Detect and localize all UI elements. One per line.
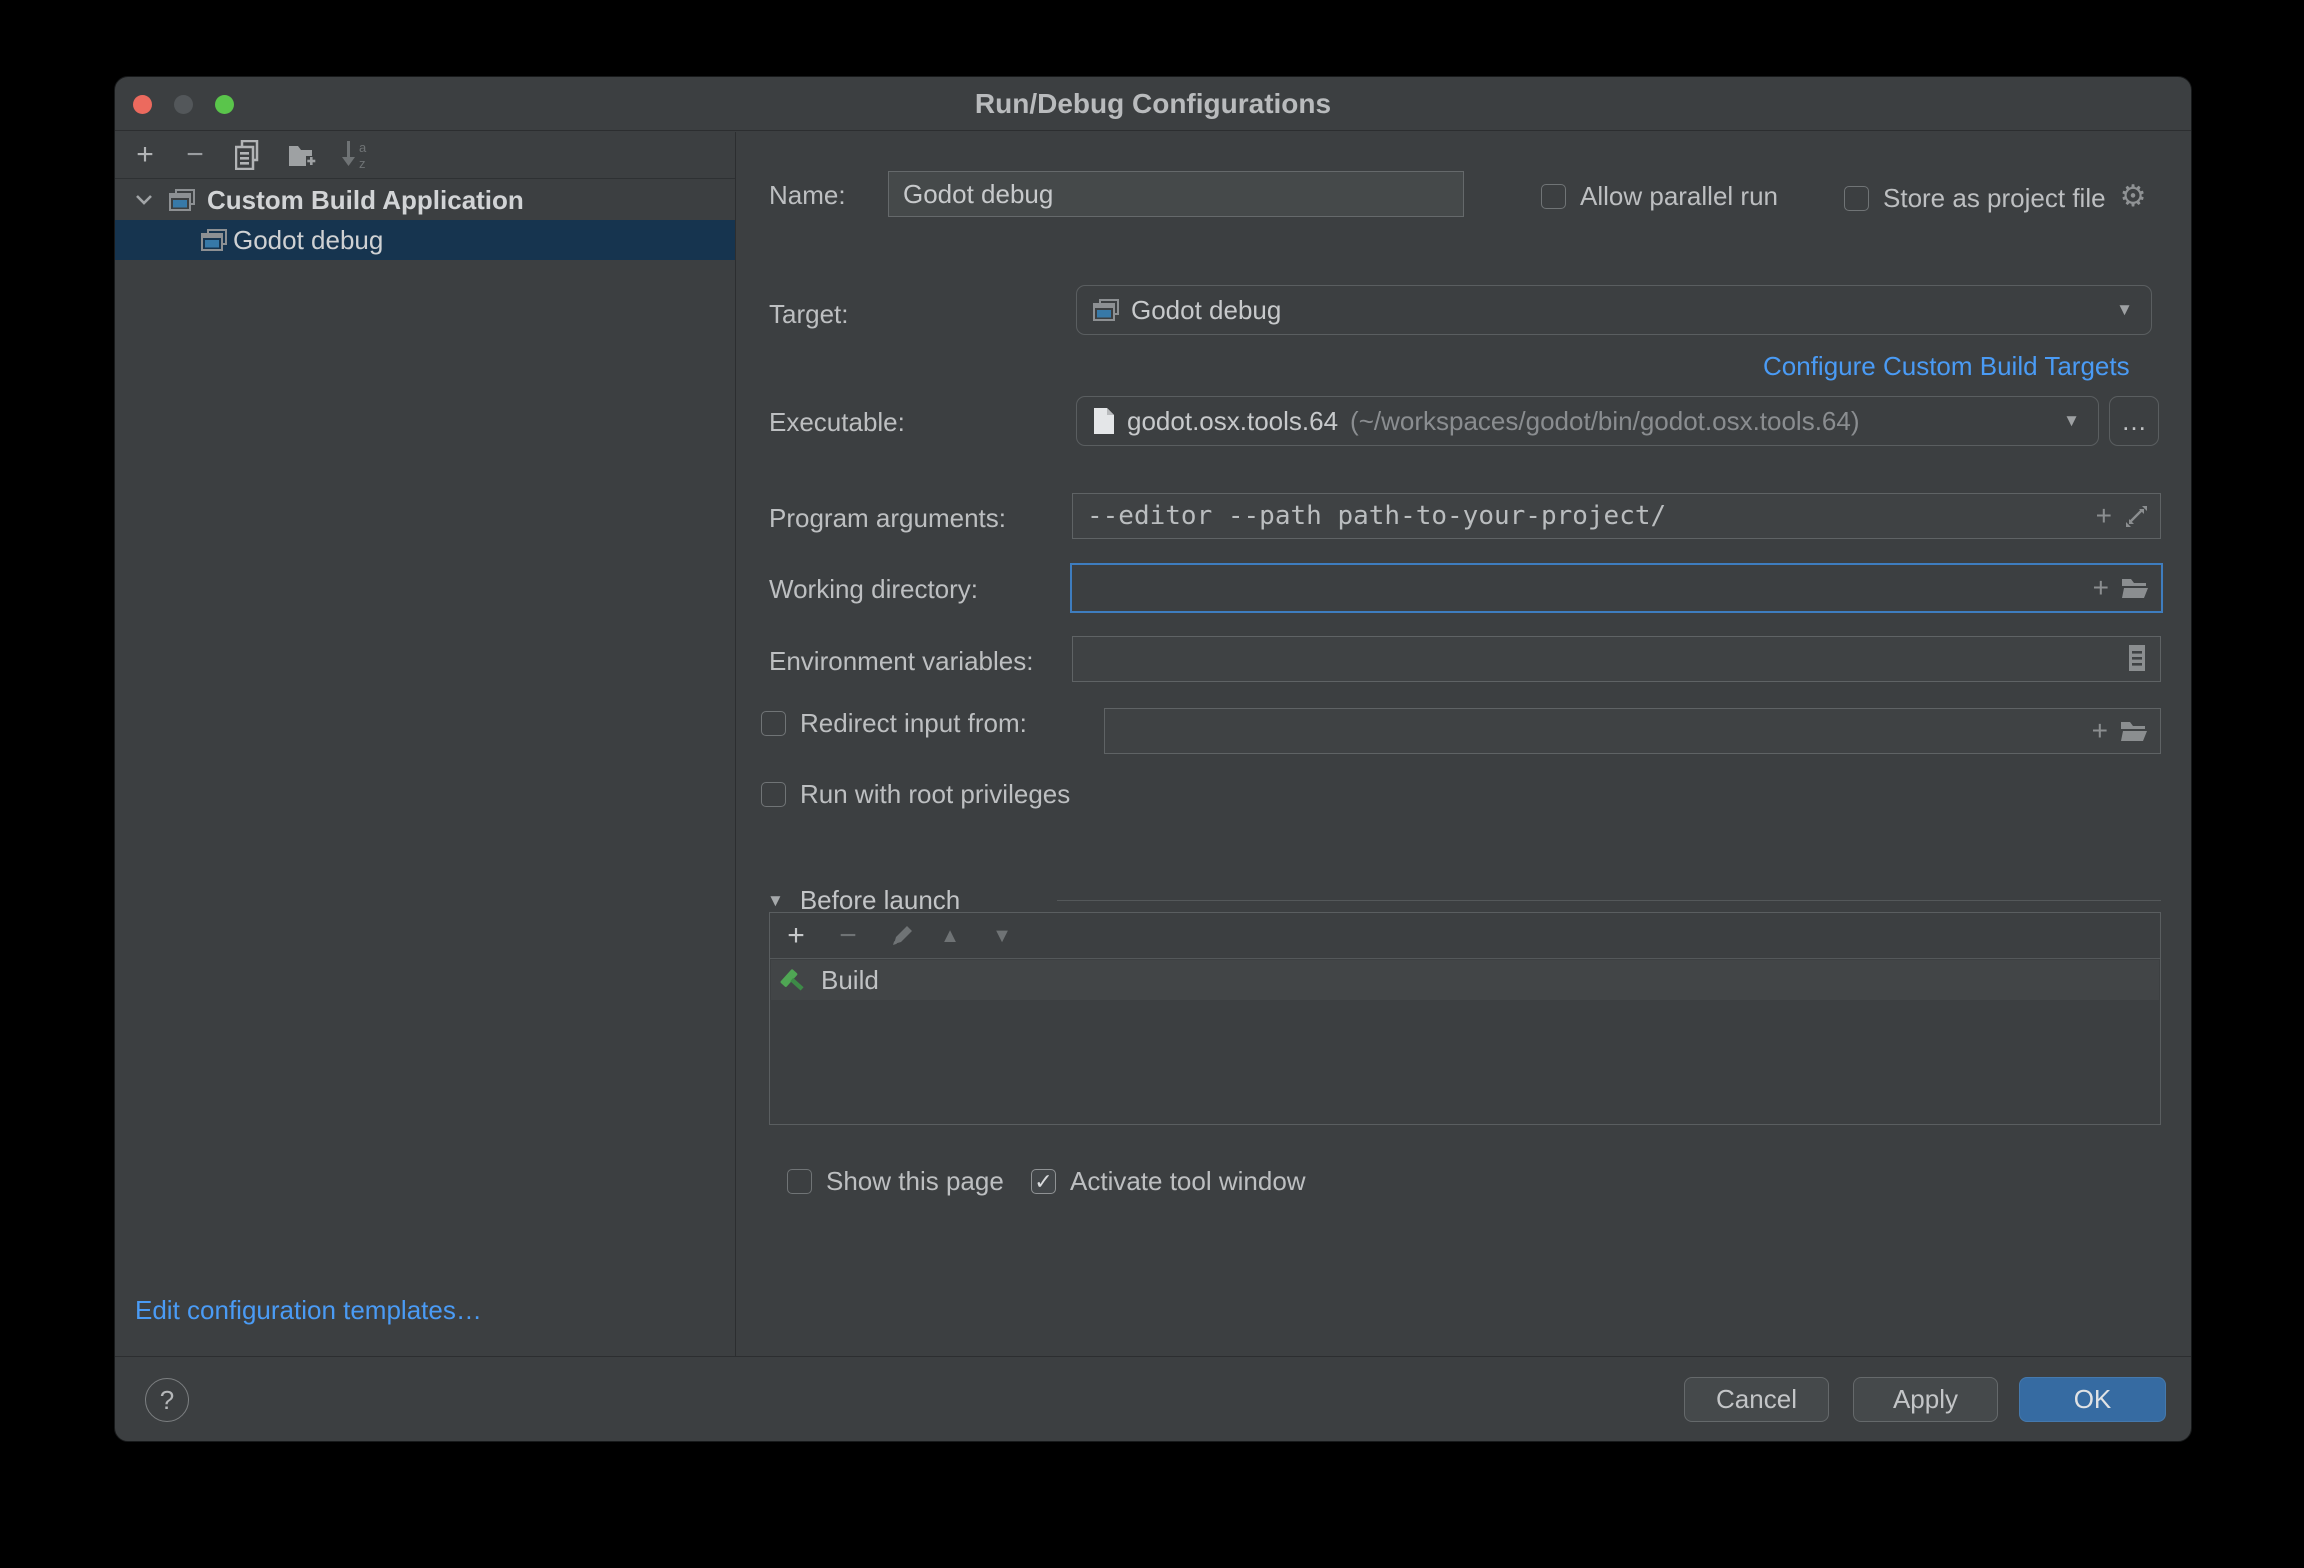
store-as-project-file-label: Store as project file xyxy=(1883,183,2106,214)
configure-custom-build-targets-link[interactable]: Configure Custom Build Targets xyxy=(1763,351,2130,382)
name-input[interactable] xyxy=(889,172,1463,216)
redirect-input-checkbox[interactable]: Redirect input from: xyxy=(761,708,1027,739)
apply-button[interactable]: Apply xyxy=(1853,1377,1998,1422)
task-label: Build xyxy=(821,965,879,996)
add-configuration-icon[interactable]: + xyxy=(123,132,167,178)
footer-divider xyxy=(115,1356,2191,1357)
environment-variables-label: Environment variables: xyxy=(769,646,1033,677)
checkbox-box[interactable] xyxy=(761,782,786,807)
add-task-icon[interactable]: + xyxy=(776,913,816,959)
program-arguments-label: Program arguments: xyxy=(769,503,1006,534)
desktop-background: Run/Debug Configurations + − xyxy=(0,0,2304,1568)
svg-text:z: z xyxy=(359,156,366,171)
working-directory-label: Working directory: xyxy=(769,574,978,605)
before-launch-panel: + − ▲ ▼ xyxy=(769,912,2161,1125)
executable-path: (~/workspaces/godot/bin/godot.osx.tools.… xyxy=(1350,406,1859,437)
chevron-down-icon: ▼ xyxy=(2116,300,2133,320)
program-arguments-value: --editor --path path-to-your-project/ xyxy=(1087,501,1666,531)
dialog-title: Run/Debug Configurations xyxy=(115,77,2191,131)
hammer-icon xyxy=(779,965,809,995)
application-icon xyxy=(169,189,195,212)
add-macro-icon[interactable]: + xyxy=(2096,500,2112,532)
environment-variables-field[interactable] xyxy=(1072,636,2161,682)
add-macro-icon[interactable]: + xyxy=(2092,715,2108,747)
working-directory-field[interactable]: + xyxy=(1070,563,2163,613)
help-button[interactable]: ? xyxy=(145,1378,189,1422)
program-arguments-field[interactable]: --editor --path path-to-your-project/ + xyxy=(1072,493,2161,539)
run-debug-configurations-dialog: Run/Debug Configurations + − xyxy=(114,76,2192,1442)
edit-task-icon[interactable] xyxy=(882,913,922,959)
tree-item-label: Godot debug xyxy=(233,225,383,256)
target-dropdown[interactable]: Godot debug ▼ xyxy=(1076,285,2152,335)
expand-field-icon[interactable] xyxy=(2124,504,2148,528)
gear-icon[interactable]: ⚙ xyxy=(2120,179,2147,214)
name-field-wrap xyxy=(888,171,1464,217)
ok-button[interactable]: OK xyxy=(2019,1377,2166,1422)
executable-value: godot.osx.tools.64 xyxy=(1127,406,1338,437)
chevron-down-icon: ▼ xyxy=(2063,411,2080,431)
tree-group-custom-build-application[interactable]: Custom Build Application xyxy=(115,180,735,220)
target-label: Target: xyxy=(769,299,849,330)
application-icon xyxy=(1093,299,1119,322)
move-task-down-icon[interactable]: ▼ xyxy=(982,913,1022,959)
environment-variables-input[interactable] xyxy=(1073,637,2160,681)
sort-configurations-icon[interactable]: a z xyxy=(335,132,379,178)
chevron-down-icon[interactable] xyxy=(133,193,155,207)
allow-parallel-run-checkbox[interactable]: Allow parallel run xyxy=(1541,181,1778,212)
before-launch-toolbar: + − ▲ ▼ xyxy=(770,913,2160,959)
show-this-page-checkbox[interactable]: Show this page xyxy=(787,1166,1004,1197)
tree-group-label: Custom Build Application xyxy=(207,185,524,216)
allow-parallel-run-label: Allow parallel run xyxy=(1580,181,1778,212)
show-this-page-label: Show this page xyxy=(826,1166,1004,1197)
activate-tool-window-checkbox[interactable]: ✓ Activate tool window xyxy=(1031,1166,1306,1197)
sidebar-divider xyxy=(735,132,736,1356)
application-icon xyxy=(201,229,227,252)
checkbox-box[interactable] xyxy=(1844,186,1869,211)
section-rule xyxy=(1057,900,2161,901)
cancel-button[interactable]: Cancel xyxy=(1684,1377,1829,1422)
executable-label: Executable: xyxy=(769,407,905,438)
add-macro-icon[interactable]: + xyxy=(2093,572,2109,604)
executable-dropdown[interactable]: godot.osx.tools.64 (~/workspaces/godot/b… xyxy=(1076,396,2099,446)
redirect-input-input[interactable] xyxy=(1105,709,2160,753)
configurations-toolbar: + − xyxy=(115,132,735,179)
checkbox-box[interactable] xyxy=(787,1169,812,1194)
edit-configuration-templates-link[interactable]: Edit configuration templates… xyxy=(135,1295,482,1326)
collapse-section-icon[interactable]: ▼ xyxy=(767,891,784,911)
move-task-up-icon[interactable]: ▲ xyxy=(930,913,970,959)
remove-configuration-icon[interactable]: − xyxy=(173,132,217,178)
tree-item-godot-debug[interactable]: Godot debug xyxy=(115,220,735,260)
checkbox-box[interactable] xyxy=(761,711,786,736)
store-as-project-file-checkbox[interactable]: Store as project file ⚙ xyxy=(1844,181,2146,216)
copy-configuration-icon[interactable] xyxy=(227,132,271,178)
browse-variables-icon[interactable] xyxy=(2126,644,2148,674)
checkbox-box[interactable]: ✓ xyxy=(1031,1169,1056,1194)
root-privileges-label: Run with root privileges xyxy=(800,779,1070,810)
browse-folder-icon[interactable] xyxy=(2121,576,2149,600)
check-icon: ✓ xyxy=(1034,1171,1052,1193)
name-label: Name: xyxy=(769,180,846,211)
title-bar[interactable]: Run/Debug Configurations xyxy=(115,77,2191,131)
browse-folder-icon[interactable] xyxy=(2120,719,2148,743)
new-folder-icon[interactable] xyxy=(281,132,325,178)
activate-tool-window-label: Activate tool window xyxy=(1070,1166,1306,1197)
working-directory-input[interactable] xyxy=(1072,565,2161,611)
file-icon xyxy=(1093,407,1115,435)
target-value: Godot debug xyxy=(1131,295,1281,326)
browse-executable-button[interactable]: … xyxy=(2109,396,2159,446)
root-privileges-checkbox[interactable]: Run with root privileges xyxy=(761,779,1070,810)
checkbox-box[interactable] xyxy=(1541,184,1566,209)
redirect-input-label: Redirect input from: xyxy=(800,708,1027,739)
svg-text:a: a xyxy=(359,140,367,155)
before-launch-task-build[interactable]: Build xyxy=(771,960,2159,1000)
redirect-input-field[interactable]: + xyxy=(1104,708,2161,754)
remove-task-icon[interactable]: − xyxy=(828,913,868,959)
